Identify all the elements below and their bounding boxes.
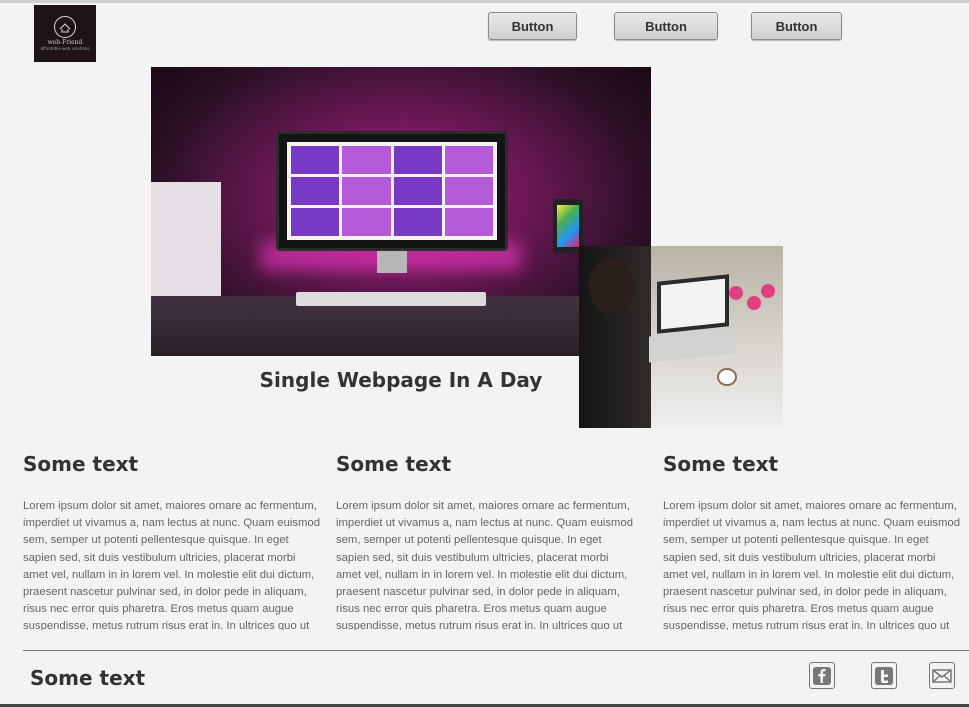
column-heading: Some text: [23, 452, 139, 476]
nav-button-3[interactable]: Button: [751, 12, 842, 40]
column-heading: Some text: [663, 452, 779, 476]
content-column-1: Some text Lorem ipsum dolor sit amet, ma…: [23, 452, 323, 630]
logo-subtitle: affordable web solutions: [40, 46, 90, 52]
hero-title: Single Webpage In A Day: [259, 368, 543, 392]
logo-mark-icon: [54, 15, 76, 38]
hero-secondary-image: [579, 246, 783, 428]
column-heading: Some text: [336, 452, 452, 476]
logo[interactable]: web-Friend affordable web solutions: [34, 5, 96, 62]
column-body: Lorem ipsum dolor sit amet, maiores orna…: [23, 500, 320, 630]
footer-title: Some text: [30, 666, 146, 690]
email-icon[interactable]: [929, 662, 955, 689]
footer-divider: [23, 650, 969, 651]
column-body: Lorem ipsum dolor sit amet, maiores orna…: [663, 500, 960, 630]
content-column-2: Some text Lorem ipsum dolor sit amet, ma…: [336, 452, 636, 630]
content-column-3: Some text Lorem ipsum dolor sit amet, ma…: [663, 452, 963, 630]
hero-main-image: [151, 67, 651, 356]
logo-tagline: web-Friend: [47, 38, 83, 46]
nav-button-1[interactable]: Button: [488, 12, 577, 40]
twitter-icon[interactable]: [871, 662, 897, 689]
column-body: Lorem ipsum dolor sit amet, maiores orna…: [336, 500, 633, 630]
facebook-icon[interactable]: [809, 662, 835, 689]
nav-button-2[interactable]: Button: [614, 12, 718, 40]
